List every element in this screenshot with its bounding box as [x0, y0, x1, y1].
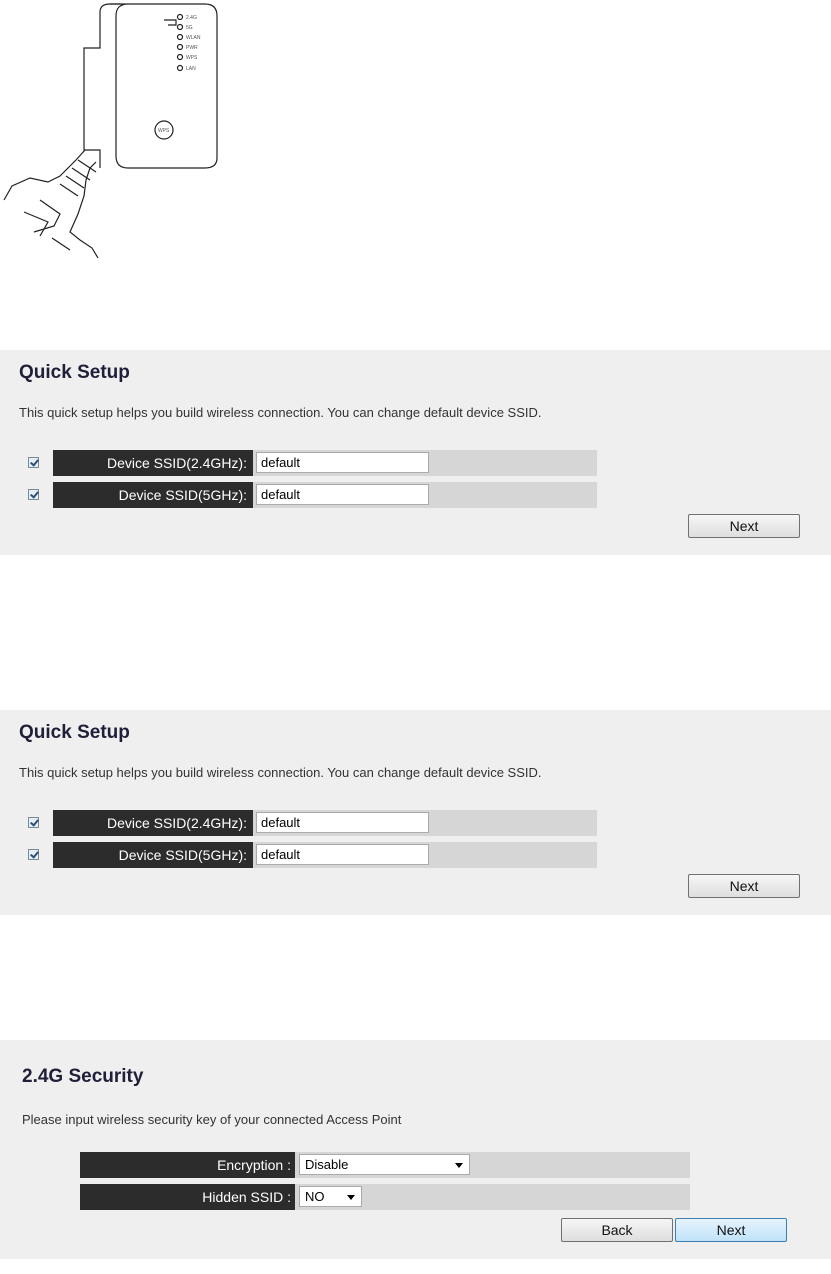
chevron-down-icon	[347, 1195, 355, 1200]
description: This quick setup helps you build wireles…	[19, 405, 542, 420]
ssid-24-input[interactable]: default	[256, 452, 429, 473]
ssid-24-label: Device SSID(2.4GHz):	[53, 450, 253, 476]
page-title: 2.4G Security	[22, 1066, 144, 1087]
page-title: Quick Setup	[19, 722, 130, 743]
encryption-select-value: Disable	[305, 1157, 349, 1172]
ssid-5-input[interactable]: default	[256, 844, 429, 865]
led-label-wps: WPS	[186, 55, 198, 61]
ssid-24-checkbox[interactable]	[28, 457, 39, 468]
ssid-5-label: Device SSID(5GHz):	[53, 842, 253, 868]
ssid-5-label: Device SSID(5GHz):	[53, 482, 253, 508]
led-label-5g: 5G	[186, 25, 193, 31]
hidden-ssid-select[interactable]: NO	[299, 1186, 362, 1207]
quick-setup-panel-2: Quick Setup This quick setup helps you b…	[0, 710, 831, 915]
next-button[interactable]: Next	[688, 514, 800, 538]
ssid-24-checkbox[interactable]	[28, 817, 39, 828]
ssid-24-label: Device SSID(2.4GHz):	[53, 810, 253, 836]
next-button[interactable]: Next	[688, 874, 800, 898]
led-label-wlan: WLAN	[186, 35, 201, 41]
encryption-select[interactable]: Disable	[299, 1154, 470, 1175]
ssid-5-checkbox[interactable]	[28, 849, 39, 860]
ssid-5-input[interactable]: default	[256, 484, 429, 505]
led-label-2g: 2.4G	[186, 15, 197, 21]
security-panel: 2.4G Security Please input wireless secu…	[0, 1040, 831, 1259]
next-button[interactable]: Next	[675, 1218, 787, 1242]
encryption-label: Encryption :	[80, 1152, 295, 1178]
description: Please input wireless security key of yo…	[22, 1112, 402, 1127]
led-label-pwr: PWR	[186, 45, 198, 51]
extender-illustration: 2.4G 5G WLAN PWR WPS LAN WPS	[3, 3, 218, 259]
ssid-24-input[interactable]: default	[256, 812, 429, 833]
back-button[interactable]: Back	[561, 1218, 673, 1242]
hidden-ssid-label: Hidden SSID :	[80, 1184, 295, 1210]
quick-setup-panel-1: Quick Setup This quick setup helps you b…	[0, 350, 831, 555]
description: This quick setup helps you build wireles…	[19, 765, 542, 780]
page-title: Quick Setup	[19, 362, 130, 383]
chevron-down-icon	[455, 1163, 463, 1168]
wps-button-label: WPS	[158, 128, 170, 134]
ssid-5-checkbox[interactable]	[28, 489, 39, 500]
led-label-lan: LAN	[186, 66, 196, 72]
hidden-ssid-select-value: NO	[305, 1189, 325, 1204]
